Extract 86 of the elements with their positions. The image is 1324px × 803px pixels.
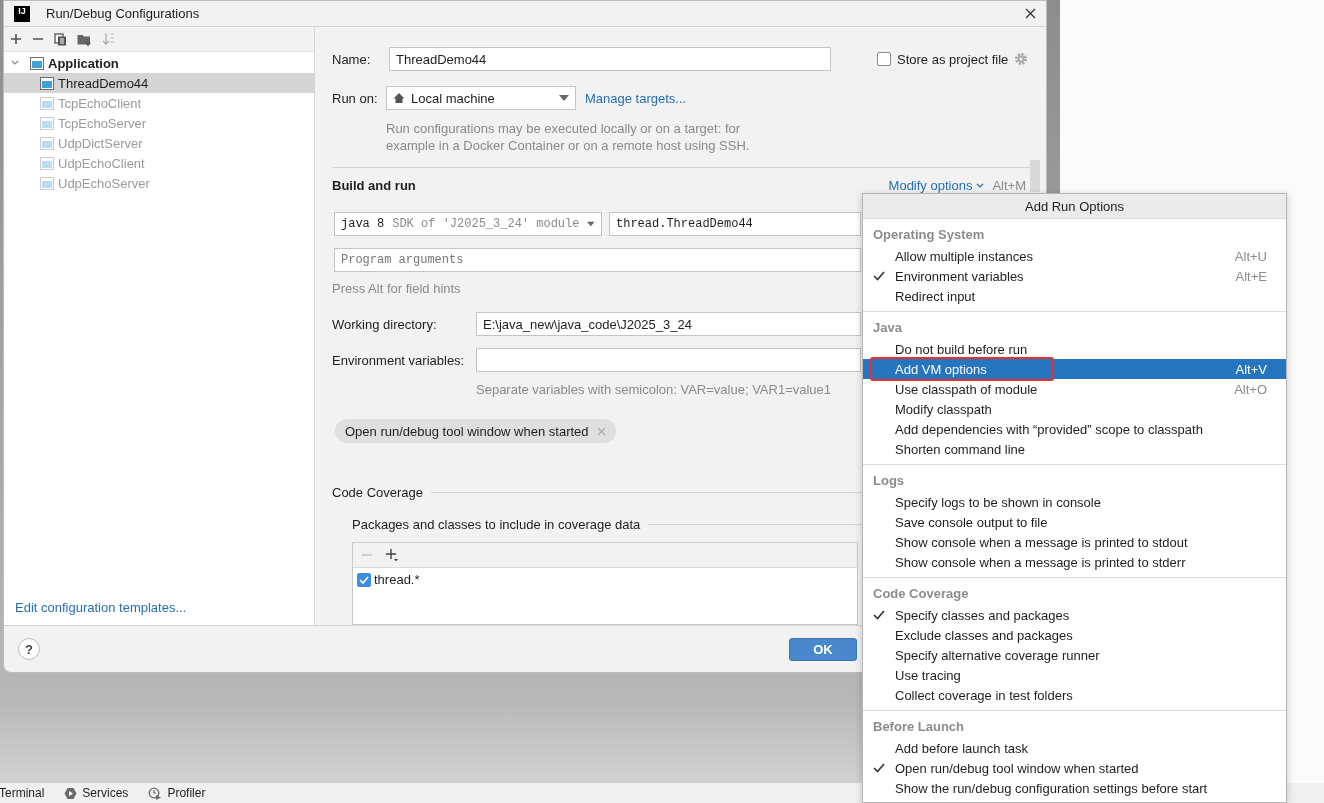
tree-item[interactable]: ThreadDemo44 [4,73,314,93]
tool-window-tab[interactable]: Services [64,786,129,800]
option-chip[interactable]: Open run/debug tool window when started [335,419,616,443]
menu-item[interactable]: Specify logs to be shown in console [863,492,1286,512]
checkbox-label: Store as project file [897,51,1009,67]
tree-item[interactable]: Application [4,53,314,73]
menu-item[interactable]: Show console when a message is printed to stdout [863,532,1286,552]
profiler-icon [148,786,163,800]
sdk-dropdown[interactable]: java 8 SDK of 'J2025_3_24' module [334,212,602,236]
caret-icon [976,182,985,188]
menu-item[interactable]: Environment variables Alt+E [863,266,1286,286]
menu-item[interactable]: Modify classpath [863,399,1286,419]
configuration-icon [40,96,54,110]
menu-item[interactable]: Add VM options Alt+V [863,359,1286,379]
help-text: Separate variables with semicolon: VAR=value; VAR1=value1 [476,381,832,397]
section-title: Code Coverage [332,485,424,500]
environment-variables-field[interactable] [476,348,861,372]
field-label: Name: [332,51,372,67]
check-icon [873,271,885,281]
menu-item[interactable]: Specify classes and packages [863,605,1286,625]
new-folder-icon[interactable] [77,32,92,46]
close-icon[interactable] [1025,8,1036,19]
popup-title: Add Run Options [1025,198,1124,214]
scrollbar[interactable] [1030,160,1040,192]
menu-item[interactable]: Add before launch task [863,738,1286,758]
menu-item[interactable]: Open run/debug tool window when started [863,758,1286,778]
menu-item[interactable]: Use tracing [863,665,1286,685]
section-title: Packages and classes to include in coverage data [352,517,641,532]
add-icon[interactable] [385,548,399,562]
caret-icon [559,95,569,101]
main-class-field[interactable]: thread.ThreadDemo44 [609,212,861,236]
configuration-icon [40,76,54,90]
menu-item[interactable]: Collect coverage in test folders [863,685,1286,705]
menu-section-title: Java [872,319,903,337]
manage-targets-link[interactable]: Manage targets... [585,90,687,106]
app-logo: IJ [14,5,30,22]
menu-item[interactable]: Save console output to file [863,512,1286,532]
menu-item[interactable]: Exclude classes and packages [863,625,1286,645]
edit-templates-link[interactable]: Edit configuration templates... [4,600,187,625]
menu-item[interactable]: Show the run/debug configuration settings before start [863,778,1286,798]
menu-section-title: Logs [872,472,906,490]
shortcut-label: Alt+M [992,177,1026,193]
section-title: Build and run [332,177,416,193]
field-label: Run on: [332,90,379,106]
gear-icon[interactable] [1014,52,1029,66]
menu-item[interactable]: Show console when a message is printed to stderr [863,552,1286,572]
menu-item[interactable]: Add dependencies with “provided” scope to classpath [863,419,1286,439]
sort-icon[interactable] [102,32,115,46]
configuration-icon [40,176,54,190]
menu-item[interactable]: Shorten command line [863,439,1286,459]
home-icon [393,92,405,104]
configuration-icon [40,156,54,170]
table-cell: thread.* [374,572,420,587]
menu-item[interactable]: Specify alternative coverage runner [863,645,1286,665]
run-on-dropdown[interactable]: Local machine [386,86,576,110]
menu-item[interactable]: Use classpath of module Alt+O [863,379,1286,399]
copy-icon[interactable] [54,32,67,46]
modify-options-link[interactable]: Modify options [888,177,985,193]
tool-window-tab[interactable]: Profiler [148,786,206,800]
tool-window-tab[interactable]: Terminal [0,786,45,800]
menu-section-title: Code Coverage [872,585,970,603]
program-arguments-field[interactable]: Program arguments [334,248,861,272]
configuration-icon [40,116,54,130]
menu-item[interactable]: Do not build before run [863,339,1286,359]
checkbox[interactable] [357,572,371,587]
ok-button[interactable]: OK [789,637,857,661]
menu-item[interactable]: Allow multiple instances Alt+U [863,246,1286,266]
menu-section-title: Before Launch [872,718,965,736]
check-icon [873,763,885,773]
check-icon [873,610,885,620]
menu-item[interactable]: Redirect input [863,286,1286,306]
field-label: Working directory: [332,316,438,332]
caret-icon [587,221,595,227]
help-button[interactable]: ? [18,638,40,660]
window-title: Run/Debug Configurations [46,6,200,21]
name-field[interactable]: ThreadDemo44 [389,47,831,71]
working-directory-field[interactable]: E:\java_new\java_code\J2025_3_24 [476,312,861,336]
help-text: Press Alt for field hints [332,280,461,296]
help-text: Run configurations may be executed locally or on a target: for example in a Docker Container or on a remote host using SSH. [386,120,751,154]
configuration-icon [40,136,54,150]
services-icon [64,786,78,800]
field-label: Environment variables: [332,352,466,368]
configuration-icon [30,56,44,70]
checkbox[interactable] [877,52,891,66]
menu-section-title: Operating System [872,226,986,244]
add-icon[interactable] [10,33,22,45]
